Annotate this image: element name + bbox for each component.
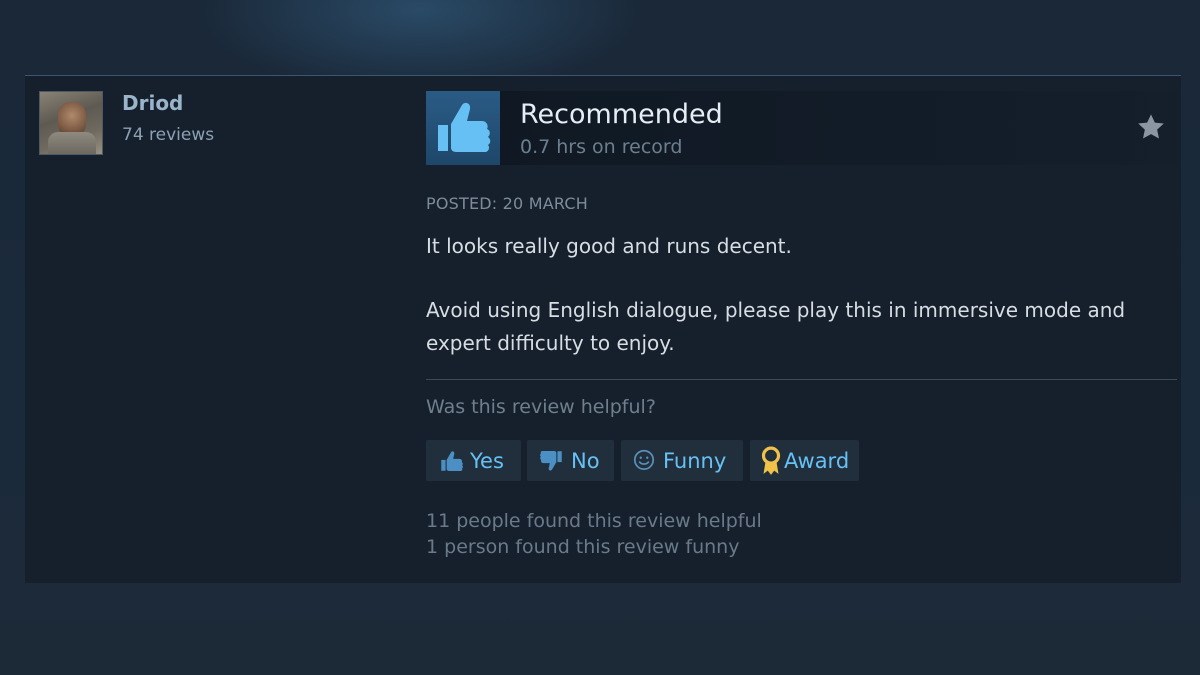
review-paragraph: Avoid using English dialogue, please pla… bbox=[426, 298, 1126, 355]
avatar[interactable] bbox=[39, 91, 103, 155]
award-button[interactable]: Award bbox=[750, 440, 859, 481]
thumbs-up-icon bbox=[441, 450, 463, 471]
thumbs-up-icon[interactable] bbox=[426, 91, 500, 165]
avatar-body bbox=[48, 132, 96, 154]
posted-date: POSTED: 20 MARCH bbox=[426, 194, 588, 213]
review-stats: 11 people found this review helpful 1 pe… bbox=[426, 508, 762, 560]
helpful-question: Was this review helpful? bbox=[426, 396, 656, 418]
thumbs-down-icon bbox=[540, 450, 562, 471]
vote-yes-button[interactable]: Yes bbox=[426, 440, 521, 481]
review-body: It looks really good and runs decent. Av… bbox=[426, 230, 1146, 360]
vote-no-button[interactable]: No bbox=[527, 440, 614, 481]
review-paragraph: It looks really good and runs decent. bbox=[426, 234, 792, 258]
vote-funny-label: Funny bbox=[663, 448, 727, 473]
avatar-face bbox=[58, 102, 86, 136]
hours-on-record: 0.7 hrs on record bbox=[520, 136, 683, 158]
divider bbox=[426, 379, 1177, 380]
award-ribbon-icon bbox=[761, 446, 781, 475]
star-icon[interactable] bbox=[1135, 111, 1167, 143]
recommendation-header: Recommended 0.7 hrs on record bbox=[426, 91, 1177, 165]
vote-yes-label: Yes bbox=[470, 448, 504, 473]
vote-no-label: No bbox=[571, 448, 600, 473]
award-label: Award bbox=[784, 448, 850, 473]
vote-funny-button[interactable]: Funny bbox=[621, 440, 743, 481]
funny-count: 1 person found this review funny bbox=[426, 536, 740, 558]
author-review-count[interactable]: 74 reviews bbox=[122, 125, 214, 145]
helpful-count: 11 people found this review helpful bbox=[426, 510, 762, 532]
review-card: Driod 74 reviews Recommended 0.7 hrs on … bbox=[25, 75, 1181, 583]
smiley-icon bbox=[633, 449, 655, 470]
author-name[interactable]: Driod bbox=[122, 91, 183, 115]
recommendation-title: Recommended bbox=[520, 99, 723, 130]
